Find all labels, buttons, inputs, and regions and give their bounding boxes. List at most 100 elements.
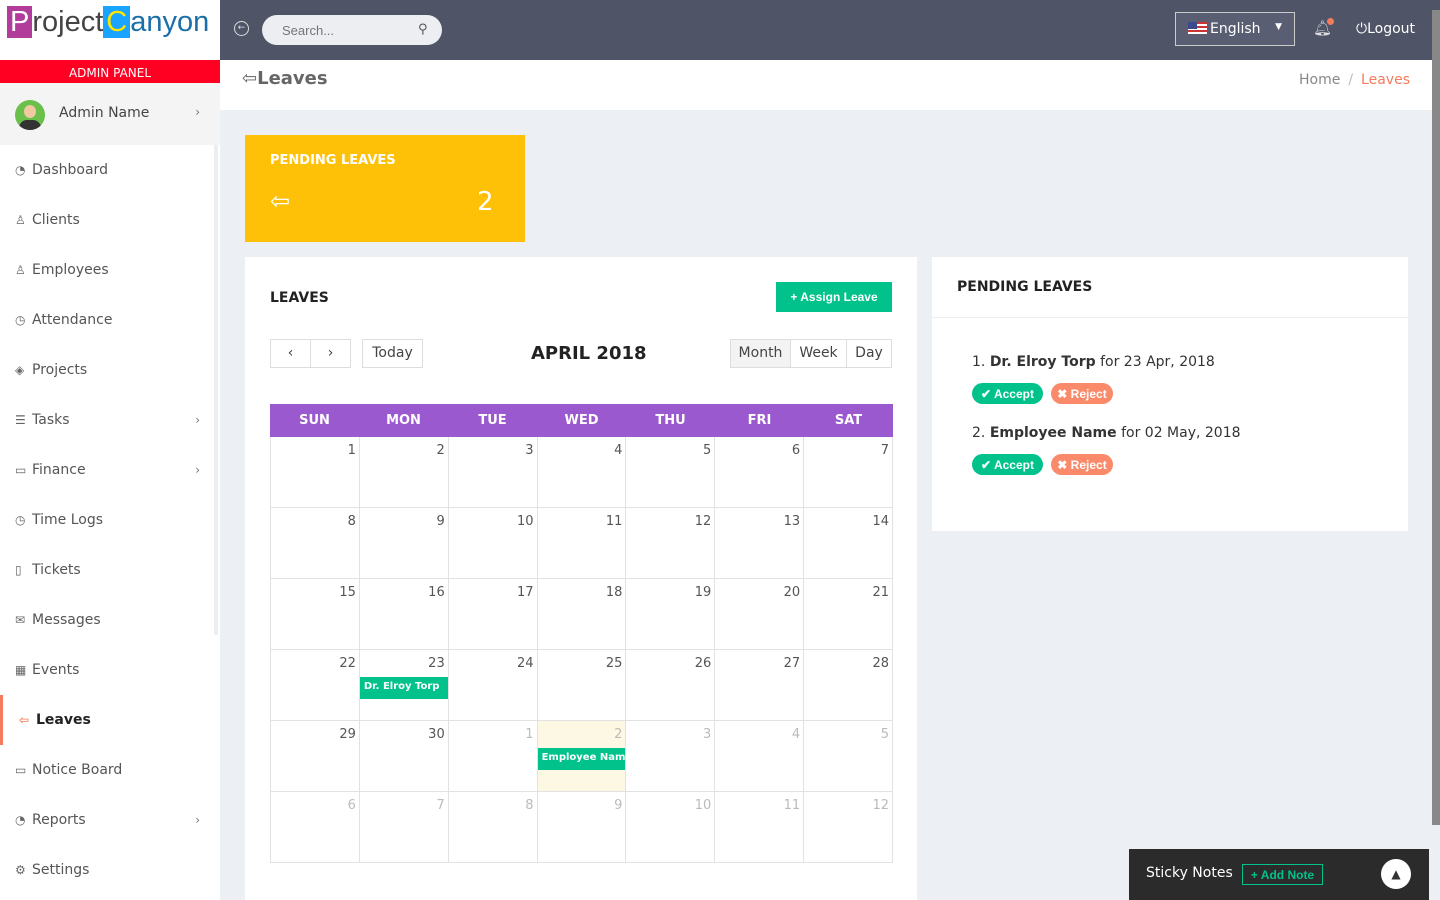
leave-event[interactable]: Employee Name: [538, 748, 626, 770]
calendar-day[interactable]: 27: [714, 650, 803, 720]
sidebar-item-leaves[interactable]: ⇦Leaves: [0, 695, 220, 745]
calendar-day[interactable]: 1: [270, 437, 359, 507]
calendar-day[interactable]: 10: [625, 792, 714, 862]
calendar-day[interactable]: 5: [803, 721, 893, 791]
calendar-day[interactable]: 16: [359, 579, 448, 649]
employee-name: Dr. Elroy Torp: [990, 354, 1096, 370]
calendar-day[interactable]: 18: [537, 579, 626, 649]
calendar-day[interactable]: 2: [359, 437, 448, 507]
logo[interactable]: ProjectCanyon: [0, 0, 220, 60]
calendar-day[interactable]: 11: [537, 508, 626, 578]
logout-button[interactable]: ⏻Logout: [1356, 21, 1415, 37]
sidebar-item-finance[interactable]: ▭Finance›: [0, 445, 220, 495]
sidebar-item-clients[interactable]: ♙Clients: [0, 195, 220, 245]
calendar-day[interactable]: 4: [537, 437, 626, 507]
sidebar-item-dashboard[interactable]: ◔Dashboard: [0, 145, 220, 195]
calendar-grid: SUNMONTUEWEDTHUFRISAT1234567891011121314…: [270, 404, 893, 863]
sidebar-item-messages[interactable]: ✉Messages: [0, 595, 220, 645]
sidebar-item-employees[interactable]: ♙Employees: [0, 245, 220, 295]
calendar-day[interactable]: 23Dr. Elroy Torp: [359, 650, 448, 720]
calendar-day[interactable]: 10: [448, 508, 537, 578]
view-week-button[interactable]: Week: [790, 339, 847, 368]
sidebar-item-notice-board[interactable]: ▭Notice Board: [0, 745, 220, 795]
calendar-day[interactable]: 8: [270, 508, 359, 578]
day-number: 13: [784, 514, 801, 529]
calendar-day[interactable]: 7: [359, 792, 448, 862]
calendar-day[interactable]: 3: [448, 437, 537, 507]
page-title-text: Leaves: [257, 68, 327, 89]
calendar-day[interactable]: 22: [270, 650, 359, 720]
leave-event[interactable]: Dr. Elroy Torp: [360, 677, 448, 699]
day-number: 9: [614, 798, 622, 813]
view-month-button[interactable]: Month: [730, 339, 791, 368]
sidebar-item-reports[interactable]: ◔Reports›: [0, 795, 220, 845]
sidebar-item-attendance[interactable]: ◷Attendance: [0, 295, 220, 345]
calendar-day[interactable]: 7: [803, 437, 893, 507]
calendar-day[interactable]: 26: [625, 650, 714, 720]
calendar-day[interactable]: 21: [803, 579, 893, 649]
today-button[interactable]: Today: [362, 339, 423, 368]
calendar-day[interactable]: 17: [448, 579, 537, 649]
add-note-button[interactable]: + Add Note: [1242, 864, 1323, 885]
sidebar-item-time-logs[interactable]: ◷Time Logs: [0, 495, 220, 545]
calendar-day[interactable]: 20: [714, 579, 803, 649]
nav-icon: ◷: [15, 313, 32, 327]
collapse-sidebar-icon[interactable]: ←: [234, 21, 249, 36]
page-scrollbar[interactable]: [1432, 10, 1440, 825]
accept-button[interactable]: ✔ Accept: [972, 383, 1043, 404]
item-number: 2.: [972, 425, 985, 441]
stat-label: PENDING LEAVES: [270, 153, 396, 168]
prev-button[interactable]: ‹: [270, 339, 311, 368]
calendar-day[interactable]: 15: [270, 579, 359, 649]
sidebar-item-label: Attendance: [32, 312, 112, 328]
day-number: 7: [436, 798, 444, 813]
day-number: 8: [525, 798, 533, 813]
calendar-day[interactable]: 25: [537, 650, 626, 720]
reject-button[interactable]: ✖ Reject: [1051, 383, 1113, 404]
calendar-day[interactable]: 24: [448, 650, 537, 720]
calendar-day[interactable]: 11: [714, 792, 803, 862]
calendar-day[interactable]: 12: [803, 792, 893, 862]
calendar-day[interactable]: 29: [270, 721, 359, 791]
calendar-day[interactable]: 12: [625, 508, 714, 578]
accept-button[interactable]: ✔ Accept: [972, 454, 1043, 475]
day-number: 18: [606, 585, 623, 600]
calendar-day[interactable]: 9: [359, 508, 448, 578]
sidebar-item-settings[interactable]: ⚙Settings: [0, 845, 220, 895]
calendar-day[interactable]: 19: [625, 579, 714, 649]
calendar-day[interactable]: 3: [625, 721, 714, 791]
calendar-day[interactable]: 28: [803, 650, 893, 720]
chevron-right-icon: ›: [195, 813, 200, 827]
calendar-day[interactable]: 8: [448, 792, 537, 862]
calendar-day[interactable]: 30: [359, 721, 448, 791]
calendar-day[interactable]: 4: [714, 721, 803, 791]
calendar-day[interactable]: 5: [625, 437, 714, 507]
sidebar-item-tasks[interactable]: ☰Tasks›: [0, 395, 220, 445]
calendar-day[interactable]: 13: [714, 508, 803, 578]
search-icon[interactable]: ⚲: [418, 22, 428, 37]
breadcrumb-home[interactable]: Home: [1299, 72, 1340, 88]
day-number: 2: [436, 443, 444, 458]
page-title: ⇦Leaves: [242, 68, 328, 89]
assign-leave-button[interactable]: + Assign Leave: [776, 282, 892, 312]
sidebar-scrollbar[interactable]: [214, 145, 218, 635]
calendar-day[interactable]: 14: [803, 508, 893, 578]
day-number: 7: [881, 443, 889, 458]
calendar-day[interactable]: 6: [714, 437, 803, 507]
sidebar-item-tickets[interactable]: ▯Tickets: [0, 545, 220, 595]
search-input[interactable]: [262, 15, 442, 45]
calendar-day[interactable]: 6: [270, 792, 359, 862]
sidebar-item-events[interactable]: ▦Events: [0, 645, 220, 695]
user-menu[interactable]: Admin Name›: [0, 83, 220, 145]
sidebar-item-label: Notice Board: [32, 762, 122, 778]
reject-button[interactable]: ✖ Reject: [1051, 454, 1113, 475]
calendar-day[interactable]: 2Employee Name: [537, 721, 626, 791]
next-button[interactable]: ›: [310, 339, 351, 368]
sidebar-item-projects[interactable]: ◈Projects: [0, 345, 220, 395]
language-dropdown[interactable]: English▼: [1175, 12, 1295, 46]
logout-label: Logout: [1367, 21, 1415, 37]
view-day-button[interactable]: Day: [846, 339, 892, 368]
calendar-day[interactable]: 9: [537, 792, 626, 862]
chevron-up-icon[interactable]: ▲: [1381, 859, 1411, 889]
calendar-day[interactable]: 1: [448, 721, 537, 791]
